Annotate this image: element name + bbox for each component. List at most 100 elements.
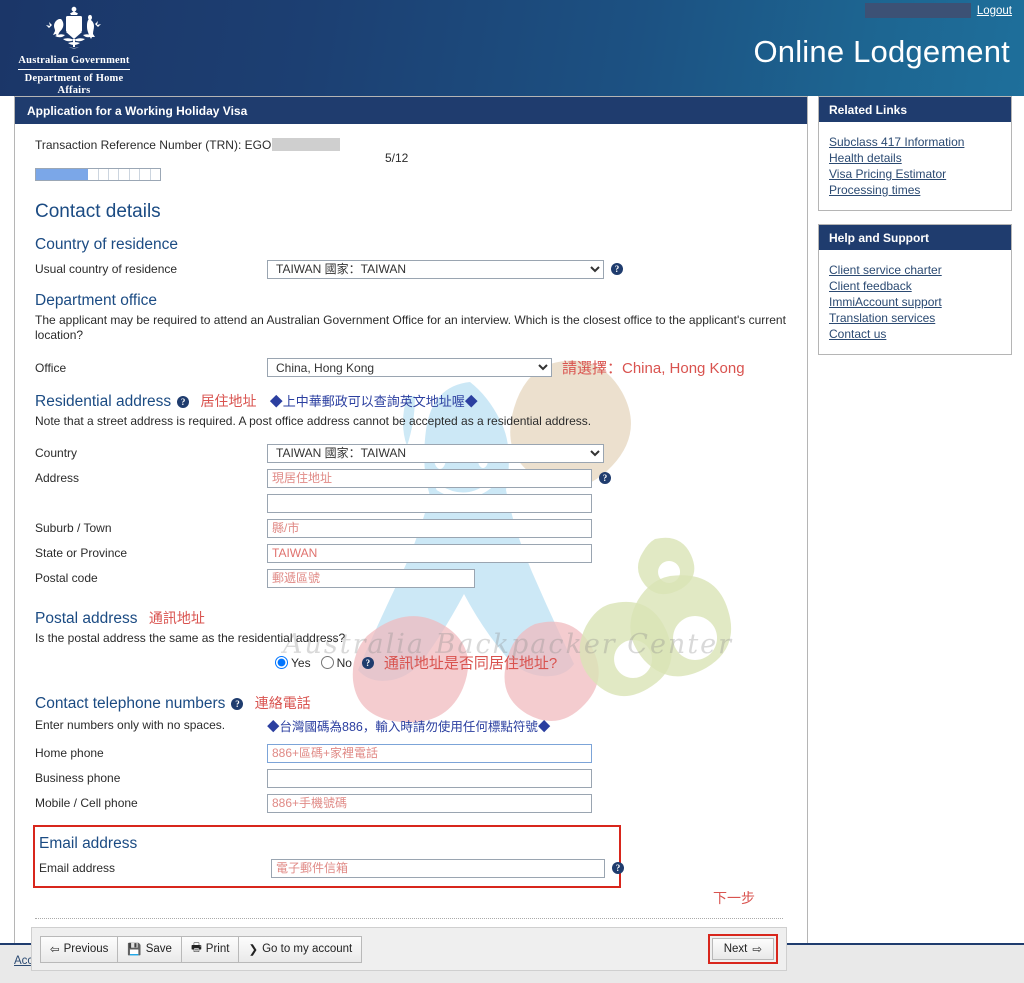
previous-button[interactable]: ⇦ Previous <box>40 935 119 963</box>
coat-of-arms-icon <box>46 6 101 49</box>
next-button-highlight: Next ⇨ <box>707 934 778 964</box>
print-button[interactable]: 🖶 Print <box>180 935 240 963</box>
help-icon-email[interactable]: ? <box>612 862 624 874</box>
heading-residential-address-text: Residential address <box>35 393 172 410</box>
sidebar-link-contact-us[interactable]: Contact us <box>829 326 1001 342</box>
sidebar-link-subclass-417[interactable]: Subclass 417 Information <box>829 134 1001 150</box>
label-email-address: Email address <box>39 861 116 875</box>
help-icon-address[interactable]: ? <box>599 472 611 484</box>
heading-contact-telephone: Contact telephone numbers? 連絡電話 <box>35 693 793 713</box>
sidebar-link-client-feedback[interactable]: Client feedback <box>829 278 1001 294</box>
page-root: Logout Australian Government Department … <box>0 0 1024 983</box>
floppy-disk-icon: 💾 <box>127 944 142 956</box>
heading-country-of-residence: Country of residence <box>35 236 793 254</box>
label-usual-country: Usual country of residence <box>35 262 178 276</box>
sidebar: Related Links Subclass 417 Information H… <box>818 96 1012 368</box>
next-button[interactable]: Next ⇨ <box>711 938 774 960</box>
printer-icon: 🖶 <box>190 941 202 954</box>
state-input[interactable] <box>267 543 592 563</box>
sidebar-link-processing-times[interactable]: Processing times <box>829 182 1001 198</box>
row-address-line1: Address ? <box>35 468 793 488</box>
row-usual-country-of-residence: Usual country of residence TAIWAN 國家：TAI… <box>35 259 793 279</box>
residential-country-select[interactable]: TAIWAN 國家：TAIWAN <box>267 443 604 463</box>
progress-segment <box>130 169 141 180</box>
annotation-telephone-cn: 連絡電話 <box>254 695 311 711</box>
office-select[interactable]: China, Hong Kong <box>267 358 552 377</box>
annotation-residential-address-cn: 居住地址 <box>200 393 257 409</box>
progress-segment <box>36 169 47 180</box>
sidebar-link-health-details[interactable]: Health details <box>829 150 1001 166</box>
sidebar-link-immiaccount-support[interactable]: ImmiAccount support <box>829 294 1001 310</box>
previous-button-label: Previous <box>63 943 109 955</box>
trn-row: Transaction Reference Number (TRN): EGO … <box>35 138 793 165</box>
label-residential-country: Country <box>35 446 78 460</box>
row-postal-code: Postal code <box>35 568 793 588</box>
sidebar-link-translation-services[interactable]: Translation services <box>829 310 1001 326</box>
row-business-phone: Business phone <box>35 768 793 788</box>
label-postal-code: Postal code <box>35 571 98 585</box>
go-to-my-account-label: Go to my account <box>262 943 353 955</box>
next-note-row: 下一步 <box>25 888 793 908</box>
progress-segment <box>140 169 151 180</box>
page-body: Application for a Working Holiday Visa A… <box>0 96 1024 980</box>
page-title: Contact details <box>35 201 161 222</box>
progress-bar <box>35 168 161 181</box>
progress-segment <box>109 169 120 180</box>
button-bar-divider <box>35 918 783 919</box>
related-links-panel: Related Links Subclass 417 Information H… <box>818 96 1012 211</box>
label-suburb: Suburb / Town <box>35 521 112 535</box>
email-address-input[interactable] <box>271 858 605 878</box>
help-icon-telephone[interactable]: ? <box>231 698 244 710</box>
home-phone-input[interactable] <box>267 743 592 763</box>
heading-department-office: Department office <box>35 292 793 310</box>
sidebar-link-client-service-charter[interactable]: Client service charter <box>829 262 1001 278</box>
heading-country-of-residence-text: Country of residence <box>35 236 179 253</box>
site-header: Logout Australian Government Department … <box>0 0 1024 96</box>
business-phone-input[interactable] <box>267 768 592 788</box>
go-to-my-account-button[interactable]: ❯ Go to my account <box>238 935 363 963</box>
heading-contact-telephone-text: Contact telephone numbers <box>35 695 226 712</box>
mobile-phone-input[interactable] <box>267 793 592 813</box>
usual-country-of-residence-select[interactable]: TAIWAN 國家：TAIWAN <box>267 259 604 279</box>
suburb-input[interactable] <box>267 518 592 538</box>
next-button-label: Next <box>723 943 748 955</box>
postal-code-input[interactable] <box>267 568 475 588</box>
help-icon-country[interactable]: ? <box>611 263 623 275</box>
postal-same-no-radio[interactable] <box>320 656 334 669</box>
trn-label: Transaction Reference Number (TRN): EGO <box>35 138 272 152</box>
row-email-address: Email address ? <box>39 858 624 878</box>
left-button-group: ⇦ Previous 💾 Save 🖶 Print ❯ Go to my acc… <box>40 935 363 963</box>
row-office: Office China, Hong Kong 請選擇：China, Hong … <box>35 357 793 378</box>
label-mobile-phone: Mobile / Cell phone <box>35 796 138 810</box>
progress-segment <box>151 169 160 180</box>
help-and-support-panel: Help and Support Client service charter … <box>818 224 1012 355</box>
progress-segment <box>77 169 89 180</box>
help-icon-residential-address[interactable]: ? <box>177 396 190 408</box>
previous-arrow-icon: ⇦ <box>50 944 60 956</box>
row-residential-country: Country TAIWAN 國家：TAIWAN <box>35 443 793 463</box>
address-line2-input[interactable] <box>267 493 592 513</box>
postal-same-yes-label[interactable]: Yes <box>291 656 311 670</box>
progress-segment <box>56 169 68 180</box>
label-home-phone: Home phone <box>35 746 104 760</box>
postal-address-question: Is the postal address the same as the re… <box>35 631 346 645</box>
progress-segment <box>46 169 57 180</box>
logout-link[interactable]: Logout <box>977 5 1012 17</box>
progress-segment <box>119 169 130 180</box>
main-panel-title: Application for a Working Holiday Visa <box>15 97 807 124</box>
annotation-telephone-blue: ◆台灣國碼為886，輸入時請勿使用任何標點符號◆ <box>267 719 551 734</box>
heading-department-office-text: Department office <box>35 292 158 309</box>
annotation-next: 下一步 <box>713 890 755 906</box>
annotation-postal-address-cn: 通訊地址 <box>148 610 205 626</box>
crest-department-label: Department of Home Affairs <box>24 73 124 96</box>
sidebar-link-visa-pricing-estimator[interactable]: Visa Pricing Estimator <box>829 166 1001 182</box>
save-button[interactable]: 💾 Save <box>117 935 182 963</box>
address-line1-input[interactable] <box>267 468 592 488</box>
app-title: Online Lodgement <box>753 34 1010 69</box>
row-mobile-phone: Mobile / Cell phone <box>35 793 793 813</box>
help-icon-postal-address[interactable]: ? <box>361 656 374 669</box>
postal-same-no-label[interactable]: No <box>337 656 352 670</box>
postal-same-yes-radio[interactable] <box>275 656 288 669</box>
form-button-bar: ⇦ Previous 💾 Save 🖶 Print ❯ Go to my acc… <box>31 927 787 971</box>
form-content: Transaction Reference Number (TRN): EGO … <box>25 138 793 971</box>
